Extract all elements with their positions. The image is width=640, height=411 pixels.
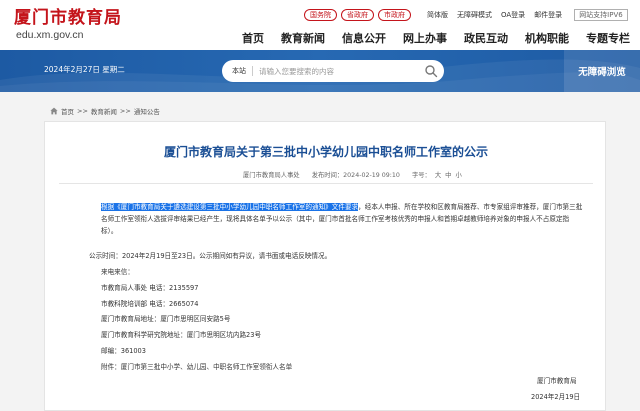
barrier-free-button[interactable]: 无障碍浏览	[564, 50, 640, 92]
ipv6-badge: 网站支持IPV6	[574, 8, 628, 21]
logo-chinese-name: 厦门市教育局	[14, 8, 122, 28]
attachment-link[interactable]: 附件：厦门市第三批中小学、幼儿园、中职名师工作室领衔人名单	[101, 361, 292, 371]
main-nav: 首页 教育新闻 信息公开 网上办事 政民互动 机构职能 专题专栏	[225, 30, 630, 46]
publicity-period: 公示时间：2024年2月19日至23日。公示期间如有异议，请书面或电话反映情况。	[89, 252, 332, 260]
font-size-small[interactable]: 小	[455, 172, 461, 179]
site-header: 厦门市教育局 edu.xm.gov.cn 国务院 省政府 市政府 简体版 无障碍…	[0, 0, 640, 50]
link-oa-login[interactable]: OA登录	[501, 10, 525, 20]
signature: 厦门市教育局	[537, 377, 577, 385]
site-logo[interactable]: 厦门市教育局 edu.xm.gov.cn	[14, 8, 122, 42]
meta-divider	[59, 183, 593, 184]
article-paragraph-1: 根据《厦门市教育局关于遴选建设第三批中小学幼儿园中职名师工作室的通知》文件要求，…	[101, 201, 585, 237]
breadcrumb-education-news[interactable]: 教育新闻	[91, 106, 117, 116]
utility-links: 简体版 无障碍模式 OA登录 邮件登录 网站支持IPV6	[418, 8, 628, 21]
sign-date: 2024年2月19日	[531, 393, 581, 401]
search-scope[interactable]: 本站	[232, 66, 246, 76]
gov-badges: 国务院 省政府 市政府	[300, 8, 411, 21]
article-publish-time: 发布时间：2024-02-19 09:10	[311, 172, 400, 179]
nav-institution[interactable]: 机构职能	[525, 30, 569, 46]
nav-education-news[interactable]: 教育新闻	[281, 30, 325, 46]
institute-address: 厦门市教育科学研究院地址：厦门市思明区坑内路23号	[101, 331, 262, 339]
nav-home[interactable]: 首页	[242, 30, 264, 46]
logo-domain: edu.xm.gov.cn	[16, 29, 84, 41]
breadcrumb-notices[interactable]: 通知公告	[134, 106, 160, 116]
breadcrumb-separator: >>	[119, 107, 131, 115]
font-size-large[interactable]: 大	[435, 172, 441, 179]
article-panel: 厦门市教育局关于第三批中小学幼儿园中职名师工作室的公示 厦门市教育局人事处 发布…	[44, 121, 606, 411]
link-simplified[interactable]: 简体版	[427, 10, 448, 20]
current-date: 2024年2月27日 星期二	[44, 65, 125, 74]
badge-city[interactable]: 市政府	[378, 8, 411, 21]
search-box: 本站	[222, 60, 444, 82]
search-banner: 2024年2月27日 星期二 本站 无障碍浏览	[0, 50, 640, 92]
postal-code: 邮编：361003	[101, 347, 146, 355]
nav-interaction[interactable]: 政民互动	[464, 30, 508, 46]
bureau-address: 厦门市教育局地址：厦门市思明区同安路5号	[101, 315, 231, 323]
contact-training: 市教科院培训部 电话：2665074	[101, 300, 199, 308]
search-divider	[252, 66, 253, 76]
article-meta: 厦门市教育局人事处 发布时间：2024-02-19 09:10 字号： 大 中 …	[243, 170, 462, 179]
nav-info-disclosure[interactable]: 信息公开	[342, 30, 386, 46]
breadcrumb-home[interactable]: 首页	[61, 106, 74, 116]
search-icon[interactable]	[424, 64, 438, 78]
home-icon	[50, 107, 58, 115]
selected-text[interactable]: 根据《厦门市教育局关于遴选建设第三批中小学幼儿园中职名师工作室的通知》文件要求	[101, 203, 359, 211]
search-input[interactable]	[259, 66, 419, 76]
breadcrumb-separator: >>	[77, 107, 88, 115]
contact-heading: 来电来信：	[101, 268, 134, 276]
font-size-medium[interactable]: 中	[445, 172, 451, 179]
font-size-label: 字号：	[411, 172, 431, 179]
article-body: 根据《厦门市教育局关于遴选建设第三批中小学幼儿园中职名师工作室的通知》文件要求，…	[101, 201, 585, 237]
nav-online-services[interactable]: 网上办事	[403, 30, 447, 46]
badge-province[interactable]: 省政府	[341, 8, 374, 21]
contact-personnel: 市教育局人事处 电话：2135597	[101, 284, 199, 292]
link-accessibility-mode[interactable]: 无障碍模式	[457, 10, 492, 20]
link-mail-login[interactable]: 邮件登录	[534, 10, 562, 20]
breadcrumb: 首页 >> 教育新闻 >> 通知公告	[50, 106, 160, 116]
article-source: 厦门市教育局人事处	[243, 172, 300, 179]
nav-special-topics[interactable]: 专题专栏	[586, 30, 630, 46]
article-title: 厦门市教育局关于第三批中小学幼儿园中职名师工作室的公示	[163, 145, 488, 159]
badge-state-council[interactable]: 国务院	[304, 8, 337, 21]
